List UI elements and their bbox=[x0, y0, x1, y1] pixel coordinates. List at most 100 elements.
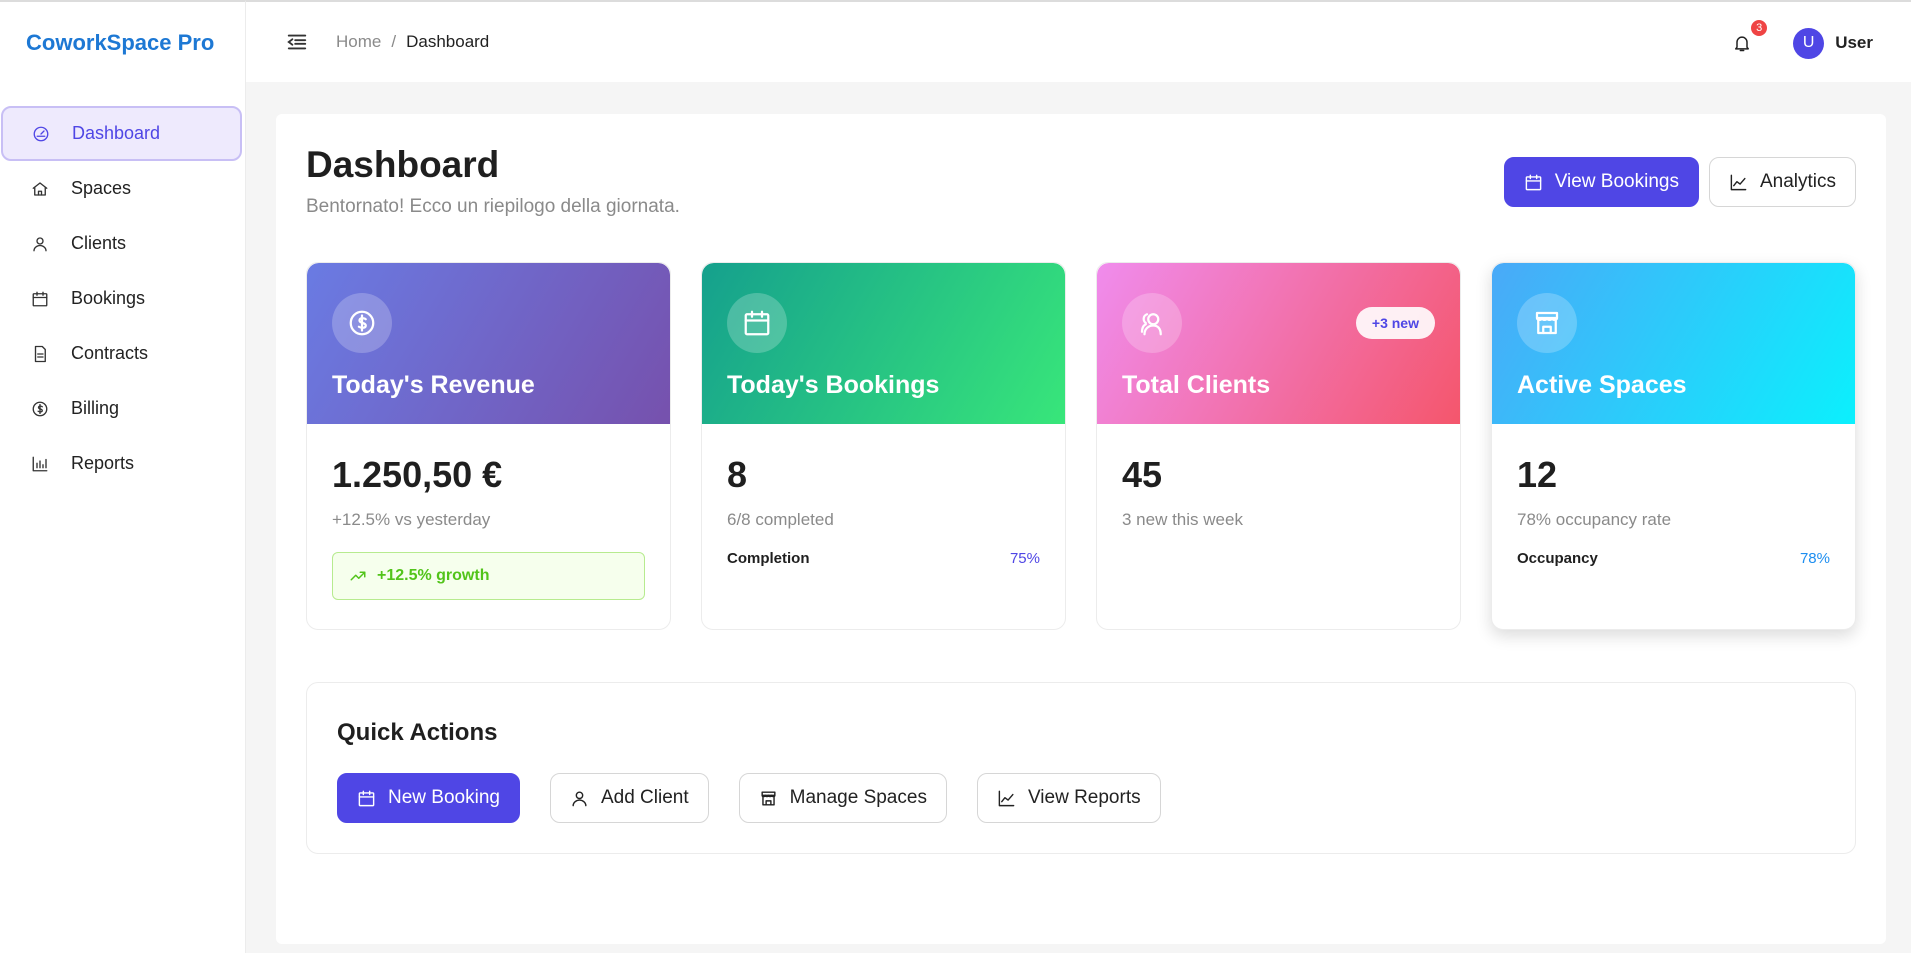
card-header: Active Spaces bbox=[1492, 263, 1855, 424]
trend-up-icon bbox=[350, 571, 366, 581]
document-icon bbox=[30, 344, 50, 364]
dollar-circle-icon bbox=[332, 293, 392, 353]
bookings-card: Today's Bookings 8 6/8 completed Complet… bbox=[701, 262, 1066, 630]
analytics-label: Analytics bbox=[1759, 171, 1836, 192]
metric-label: Occupancy bbox=[1517, 550, 1598, 567]
menu-fold-icon bbox=[287, 34, 307, 50]
sidebar-item-billing[interactable]: Billing bbox=[0, 381, 243, 436]
card-body: 45 3 new this week bbox=[1097, 424, 1460, 566]
clients-card: +3 new Total Clients 45 3 new this week bbox=[1096, 262, 1461, 630]
dollar-circle-icon bbox=[30, 399, 50, 419]
spaces-card: Active Spaces 12 78% occupancy rate Occu… bbox=[1491, 262, 1856, 630]
calendar-icon bbox=[358, 790, 375, 806]
quick-actions-title: Quick Actions bbox=[337, 719, 498, 746]
page-actions: View Bookings Analytics bbox=[1503, 157, 1856, 207]
breadcrumb-current: Dashboard bbox=[406, 32, 490, 51]
user-menu[interactable]: U User bbox=[1793, 27, 1873, 59]
card-subtext: 6/8 completed bbox=[727, 510, 834, 529]
sidebar-item-label: Spaces bbox=[71, 178, 132, 198]
bell-icon bbox=[1735, 36, 1750, 52]
manage-spaces-button[interactable]: Manage Spaces bbox=[738, 773, 947, 823]
breadcrumb: Home / Dashboard bbox=[336, 32, 489, 52]
sidebar-item-reports[interactable]: Reports bbox=[0, 436, 243, 491]
line-chart-icon bbox=[998, 790, 1015, 806]
manage-spaces-label: Manage Spaces bbox=[789, 787, 927, 808]
new-booking-button[interactable]: New Booking bbox=[337, 773, 520, 823]
avatar: U bbox=[1793, 27, 1825, 59]
bar-chart-icon bbox=[30, 454, 50, 474]
new-booking-label: New Booking bbox=[388, 787, 500, 808]
user-name: User bbox=[1835, 33, 1873, 52]
sidebar: CoworkSpace Pro Dashboard Spaces Clients… bbox=[0, 0, 246, 953]
completion-row: Completion 75% bbox=[727, 550, 1040, 567]
metric-value: 78% bbox=[1799, 550, 1830, 567]
page-subtitle: Bentornato! Ecco un riepilogo della gior… bbox=[306, 196, 680, 217]
sidebar-item-label: Clients bbox=[71, 233, 127, 253]
sidebar-item-label: Contracts bbox=[71, 343, 149, 363]
occupancy-row: Occupancy 78% bbox=[1517, 550, 1830, 567]
add-client-label: Add Client bbox=[600, 787, 689, 808]
card-title: Active Spaces bbox=[1517, 371, 1687, 399]
shop-icon bbox=[761, 790, 776, 806]
revenue-card: Today's Revenue 1.250,50 € +12.5% vs yes… bbox=[306, 262, 671, 630]
view-bookings-button[interactable]: View Bookings bbox=[1503, 157, 1699, 207]
calendar-icon bbox=[1525, 174, 1542, 190]
quick-actions-panel: Quick Actions New Booking Add Client Man… bbox=[306, 682, 1856, 854]
sidebar-nav: Dashboard Spaces Clients Bookings Contra… bbox=[0, 84, 245, 491]
brand-logo[interactable]: CoworkSpace Pro bbox=[0, 2, 245, 84]
calendar-icon bbox=[30, 289, 50, 309]
breadcrumb-home[interactable]: Home bbox=[336, 32, 381, 52]
analytics-button[interactable]: Analytics bbox=[1708, 157, 1856, 207]
sidebar-item-label: Bookings bbox=[71, 288, 146, 308]
view-reports-label: View Reports bbox=[1027, 787, 1141, 808]
card-body: 1.250,50 € +12.5% vs yesterday +12.5% gr… bbox=[307, 424, 670, 625]
card-header: +3 new Total Clients bbox=[1097, 263, 1460, 424]
growth-tag: +12.5% growth bbox=[332, 552, 645, 600]
gauge-icon bbox=[31, 124, 51, 144]
card-value: 12 bbox=[1517, 454, 1558, 495]
page-title: Dashboard bbox=[306, 144, 500, 185]
users-icon bbox=[1122, 293, 1182, 353]
notification-count-badge: 3 bbox=[1751, 20, 1768, 36]
card-title: Today's Revenue bbox=[332, 371, 535, 399]
top-header: Home / Dashboard 3 U User bbox=[246, 0, 1911, 82]
breadcrumb-separator: / bbox=[391, 32, 397, 51]
menu-fold-button[interactable] bbox=[284, 29, 310, 55]
card-body: 12 78% occupancy rate Occupancy 78% bbox=[1492, 424, 1855, 629]
sidebar-item-label: Billing bbox=[71, 398, 120, 418]
main-content: Dashboard Bentornato! Ecco un riepilogo … bbox=[276, 114, 1886, 944]
view-bookings-label: View Bookings bbox=[1554, 171, 1679, 192]
metric-label: Completion bbox=[727, 550, 810, 567]
card-title: Today's Bookings bbox=[727, 371, 940, 399]
add-client-button[interactable]: Add Client bbox=[549, 773, 709, 823]
sidebar-item-dashboard[interactable]: Dashboard bbox=[1, 106, 242, 161]
sidebar-item-spaces[interactable]: Spaces bbox=[0, 161, 243, 216]
sidebar-item-label: Reports bbox=[71, 453, 135, 473]
card-title: Total Clients bbox=[1122, 371, 1271, 399]
card-header: Today's Bookings bbox=[702, 263, 1065, 424]
sidebar-item-contracts[interactable]: Contracts bbox=[0, 326, 243, 381]
card-subtext: +12.5% vs yesterday bbox=[332, 510, 491, 529]
new-clients-badge: +3 new bbox=[1355, 307, 1435, 339]
line-chart-icon bbox=[1730, 174, 1747, 190]
metric-value: 75% bbox=[1009, 550, 1040, 567]
sidebar-item-label: Dashboard bbox=[72, 123, 161, 143]
user-icon bbox=[572, 790, 587, 806]
home-icon bbox=[30, 179, 50, 199]
card-header: Today's Revenue bbox=[307, 263, 670, 424]
card-value: 45 bbox=[1122, 454, 1163, 495]
stat-cards: Today's Revenue 1.250,50 € +12.5% vs yes… bbox=[306, 262, 1856, 630]
sidebar-item-clients[interactable]: Clients bbox=[0, 216, 243, 271]
header-actions: 3 U User bbox=[1729, 2, 1873, 84]
card-body: 8 6/8 completed Completion 75% bbox=[702, 424, 1065, 629]
card-value: 1.250,50 € bbox=[332, 454, 503, 495]
user-icon bbox=[30, 234, 50, 254]
view-reports-button[interactable]: View Reports bbox=[976, 773, 1161, 823]
calendar-icon bbox=[727, 293, 787, 353]
card-subtext: 3 new this week bbox=[1122, 510, 1243, 529]
growth-label: +12.5% growth bbox=[377, 567, 490, 584]
quick-actions-bar: New Booking Add Client Manage Spaces Vie… bbox=[337, 773, 1161, 823]
sidebar-item-bookings[interactable]: Bookings bbox=[0, 271, 243, 326]
card-subtext: 78% occupancy rate bbox=[1517, 510, 1672, 529]
notifications-button[interactable]: 3 bbox=[1729, 20, 1768, 56]
